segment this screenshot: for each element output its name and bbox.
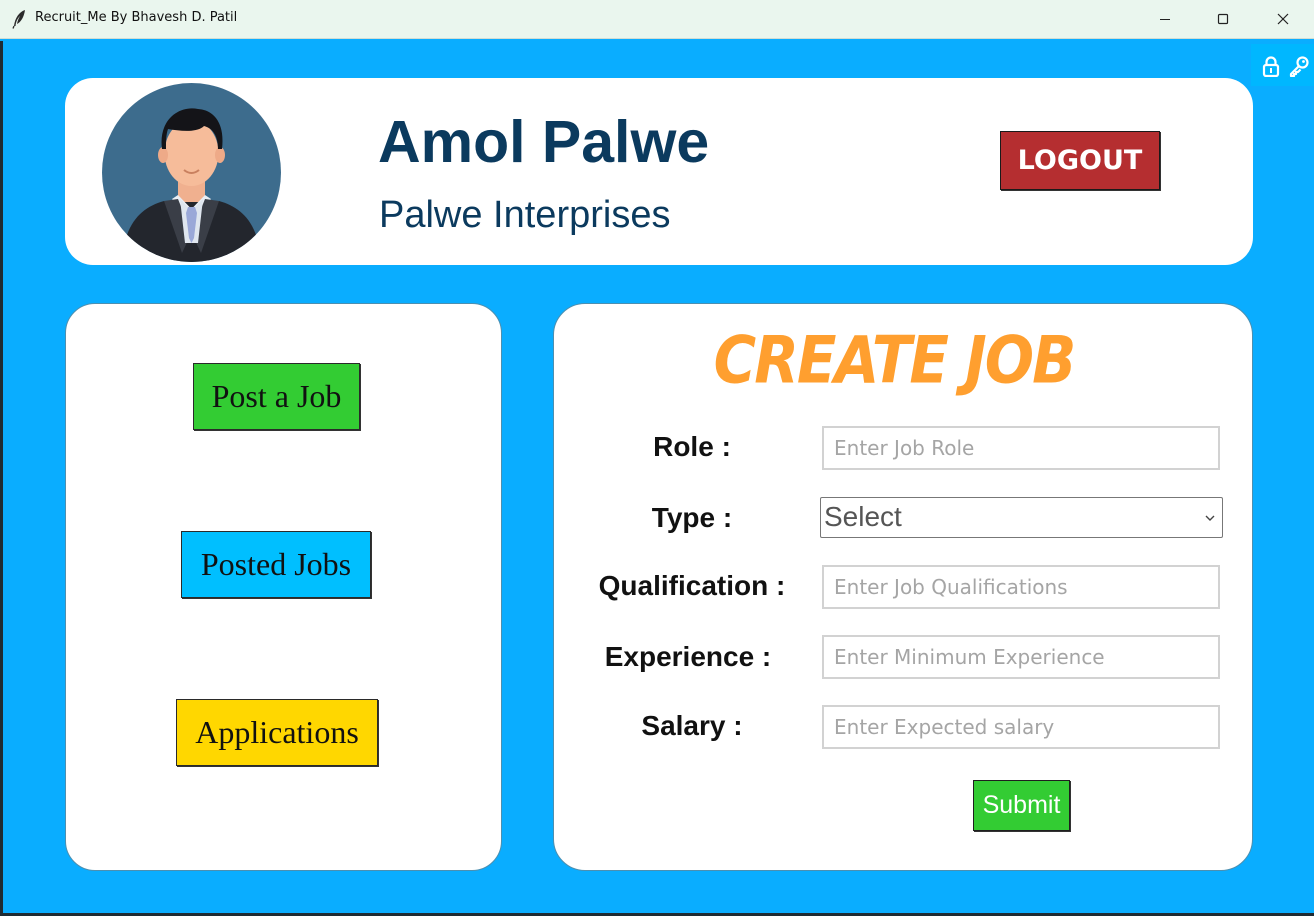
feather-icon — [12, 10, 25, 29]
minimize-button[interactable] — [1136, 0, 1194, 38]
salary-label: Salary : — [641, 710, 743, 741]
submit-button[interactable]: Submit — [973, 780, 1070, 831]
user-name: Amol Palwe — [378, 109, 710, 175]
type-label: Type : — [651, 502, 733, 533]
businessman-avatar-icon — [102, 83, 281, 262]
qualification-input[interactable] — [822, 565, 1220, 609]
company-name: Palwe Interprises — [379, 194, 671, 236]
role-input[interactable] — [822, 426, 1220, 470]
posted-jobs-button[interactable]: Posted Jobs — [181, 531, 371, 598]
window-titlebar[interactable]: Recruit_Me By Bhavesh D. Patil — [0, 0, 1314, 39]
maximize-icon — [1217, 13, 1229, 25]
type-select[interactable]: Select — [820, 497, 1223, 538]
close-button[interactable] — [1254, 0, 1312, 38]
experience-label: Experience : — [604, 641, 772, 672]
lock-icon[interactable] — [1260, 55, 1282, 77]
form-title: CREATE JOB — [713, 321, 1077, 399]
profile-header: Amol Palwe Palwe Interprises LOGOUT — [65, 78, 1253, 265]
create-job-form: CREATE JOB Role : Type : Select Qualific… — [553, 303, 1253, 871]
chevron-down-icon — [1205, 515, 1215, 521]
salary-input[interactable] — [822, 705, 1220, 749]
corner-toolbar — [1251, 44, 1314, 86]
qualification-label: Qualification : — [598, 570, 786, 601]
role-label: Role : — [653, 431, 731, 462]
key-icon[interactable] — [1288, 55, 1310, 77]
maximize-button[interactable] — [1194, 0, 1252, 38]
close-icon — [1277, 13, 1289, 25]
window-title: Recruit_Me By Bhavesh D. Patil — [35, 10, 238, 25]
type-select-value: Select — [824, 501, 902, 532]
minimize-icon — [1160, 19, 1170, 20]
post-job-button[interactable]: Post a Job — [193, 363, 360, 430]
experience-input[interactable] — [822, 635, 1220, 679]
navigation-panel: Post a Job Posted Jobs Applications — [65, 303, 502, 871]
applications-button[interactable]: Applications — [176, 699, 378, 766]
logout-button[interactable]: LOGOUT — [1000, 131, 1160, 190]
